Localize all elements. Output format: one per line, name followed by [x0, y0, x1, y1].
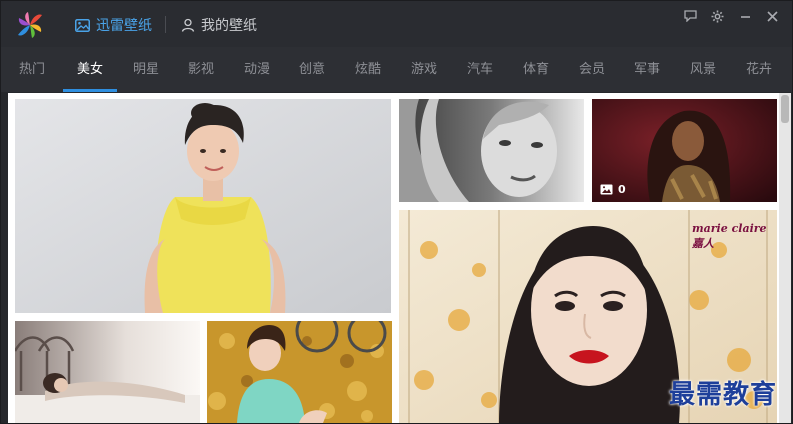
close-button[interactable]: [763, 7, 781, 25]
tab-wallpaper-home-label: 迅雷壁纸: [96, 18, 152, 34]
category-tab-hot[interactable]: 热门: [9, 47, 55, 92]
image-count-value: 0: [618, 183, 626, 196]
wallpaper-tile-dark-red[interactable]: 0: [592, 99, 777, 202]
active-category-indicator: [63, 89, 117, 92]
category-tab-beauty[interactable]: 美女: [63, 47, 117, 92]
category-tab-sports[interactable]: 体育: [513, 47, 559, 92]
category-tab-stars[interactable]: 明星: [123, 47, 169, 92]
app-logo-icon: [18, 12, 42, 38]
category-tab-games[interactable]: 游戏: [401, 47, 447, 92]
image-stack-icon: [600, 184, 613, 195]
category-tab-military[interactable]: 军事: [624, 47, 670, 92]
category-tab-cool[interactable]: 炫酷: [345, 47, 391, 92]
category-bar: 热门 美女 明星 影视 动漫 创意 炫酷 游戏 汽车 体育 会员 军事 风景 花…: [1, 47, 792, 92]
wallpaper-tile-bw-portrait[interactable]: [399, 99, 584, 202]
wallpaper-image: [15, 99, 391, 313]
wallpaper-tile-bed[interactable]: [15, 321, 200, 423]
tab-wallpaper-home[interactable]: 迅雷壁纸: [75, 14, 152, 36]
wallpaper-image: [207, 321, 392, 423]
wallpaper-image: [399, 99, 584, 202]
minimize-icon: [740, 15, 750, 18]
feedback-icon: [683, 10, 697, 22]
scrollbar-thumb[interactable]: [781, 95, 789, 123]
category-tab-film[interactable]: 影视: [178, 47, 224, 92]
wallpaper-grid: 0 marie claire 嘉人 最需教育: [8, 93, 785, 423]
category-tab-vip[interactable]: 会员: [569, 47, 615, 92]
feedback-button[interactable]: [681, 7, 699, 25]
close-icon: [766, 10, 778, 22]
tab-my-wallpaper-label: 我的壁纸: [201, 18, 257, 34]
image-icon: [75, 18, 90, 32]
wallpaper-image: [15, 321, 200, 423]
title-bar: 迅雷壁纸 我的壁纸: [1, 1, 792, 47]
vertical-scrollbar[interactable]: [779, 93, 791, 423]
settings-button[interactable]: [708, 7, 726, 25]
user-icon: [181, 18, 195, 32]
tab-my-wallpaper[interactable]: 我的壁纸: [181, 14, 257, 36]
app-window: 迅雷壁纸 我的壁纸 热门 美女 明星 影视 动漫 创意 炫酷 游戏 汽车 体育 …: [0, 0, 793, 424]
wallpaper-tile-yellow-dress[interactable]: [15, 99, 391, 313]
magazine-logo: marie claire 嘉人: [692, 222, 767, 250]
watermark-text: 最需教育: [668, 380, 777, 410]
category-tab-scenery[interactable]: 风景: [680, 47, 726, 92]
category-tab-anime[interactable]: 动漫: [234, 47, 280, 92]
minimize-button[interactable]: [736, 7, 754, 25]
category-tab-creative[interactable]: 创意: [289, 47, 335, 92]
gear-icon: [711, 10, 723, 22]
category-tab-cars[interactable]: 汽车: [457, 47, 503, 92]
wallpaper-tile-autumn[interactable]: [207, 321, 392, 423]
image-count-badge: 0: [600, 183, 626, 196]
nav-divider: [165, 16, 166, 33]
category-tab-flowers[interactable]: 花卉: [736, 47, 782, 92]
